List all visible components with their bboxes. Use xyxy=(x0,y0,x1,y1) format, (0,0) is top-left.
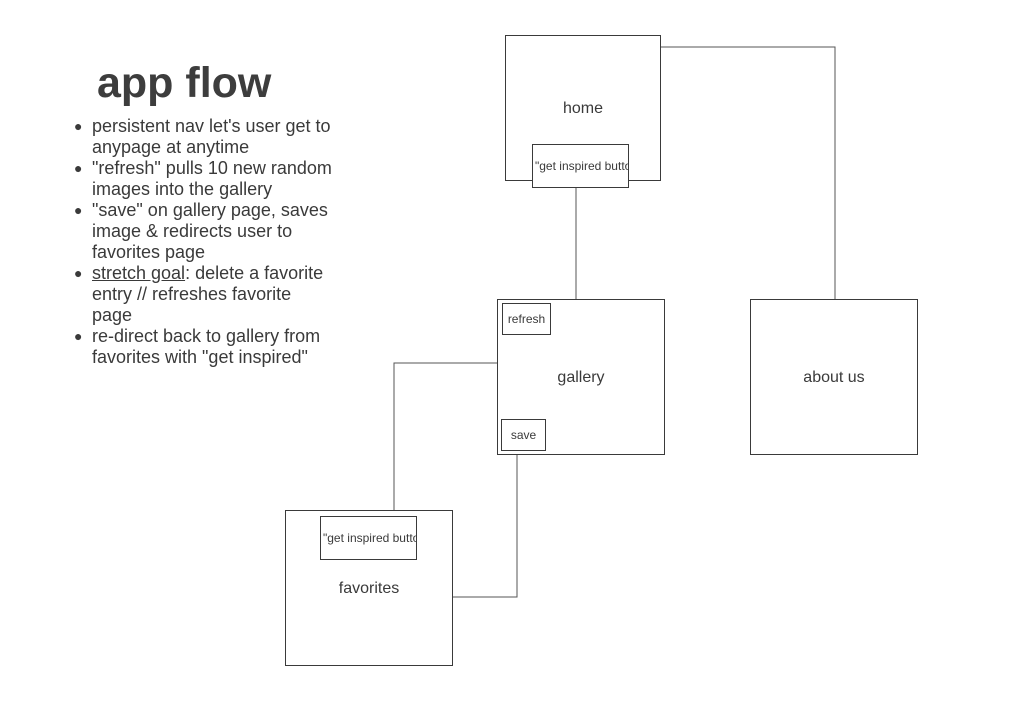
gallery-label: gallery xyxy=(557,369,605,386)
favorites-label: favorites xyxy=(338,580,400,597)
note-emphasis: stretch goal xyxy=(92,263,186,283)
save-button[interactable]: save xyxy=(501,419,546,451)
note-item: re-direct back to gallery from favorites… xyxy=(74,326,334,368)
connector-gallery-favorites xyxy=(393,362,498,517)
home-get-inspired-button[interactable]: "get inspired button" xyxy=(532,144,629,188)
note-item: "refresh" pulls 10 new random images int… xyxy=(74,158,334,200)
note-item: persistent nav let's user get to anypage… xyxy=(74,116,334,158)
note-text: re-direct back to gallery from favorites… xyxy=(92,326,321,367)
about-us-page-box: about us xyxy=(750,299,918,455)
home-label: home xyxy=(562,100,604,117)
note-text: "refresh" pulls 10 new random images int… xyxy=(92,158,332,199)
favorites-get-inspired-button[interactable]: "get inspired button" xyxy=(320,516,417,560)
note-text: persistent nav let's user get to anypage… xyxy=(92,116,331,157)
about-us-label: about us xyxy=(803,369,865,386)
note-item: stretch goal: delete a favorite entry //… xyxy=(74,263,334,326)
diagram-title: app flow xyxy=(97,59,272,107)
notes-list: persistent nav let's user get to anypage… xyxy=(74,116,334,368)
note-item: "save" on gallery page, saves image & re… xyxy=(74,200,334,263)
connector-home-about xyxy=(660,46,836,300)
refresh-button[interactable]: refresh xyxy=(502,303,551,335)
note-text: "save" on gallery page, saves image & re… xyxy=(92,200,328,262)
connector-save-favorites xyxy=(453,450,518,598)
